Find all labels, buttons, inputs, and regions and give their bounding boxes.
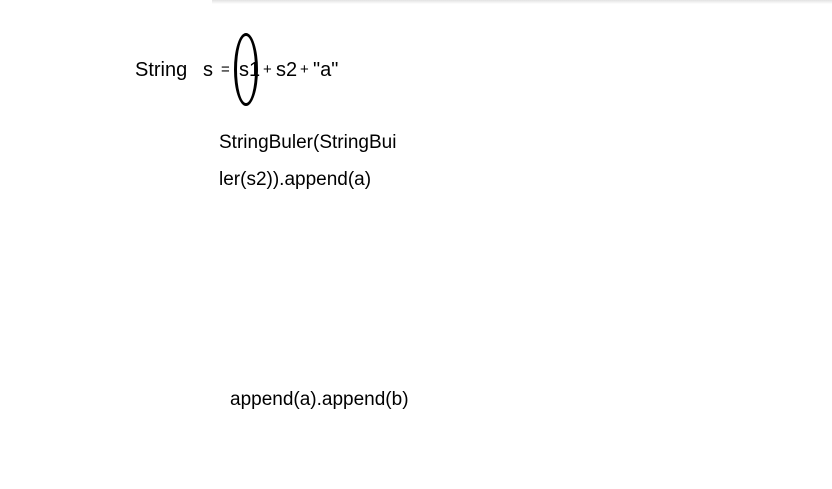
equals-sign: = <box>221 61 230 78</box>
operand-string-literal-a: "a" <box>313 59 339 81</box>
annotation-line-1: StringBuler(StringBui <box>219 132 397 153</box>
annotation-line-2: ler(s2)).append(a) <box>219 169 372 190</box>
highlight-circle-around-s1 <box>234 33 258 106</box>
plus-sign-2: + <box>300 61 309 78</box>
string-type-keyword: String <box>135 59 188 81</box>
plus-sign-1: + <box>263 61 272 78</box>
variable-s: s <box>203 59 213 81</box>
operand-s2: s2 <box>276 59 298 81</box>
annotation-append-chain: append(a).append(b) <box>230 389 409 410</box>
window-top-edge-shadow <box>212 0 832 4</box>
